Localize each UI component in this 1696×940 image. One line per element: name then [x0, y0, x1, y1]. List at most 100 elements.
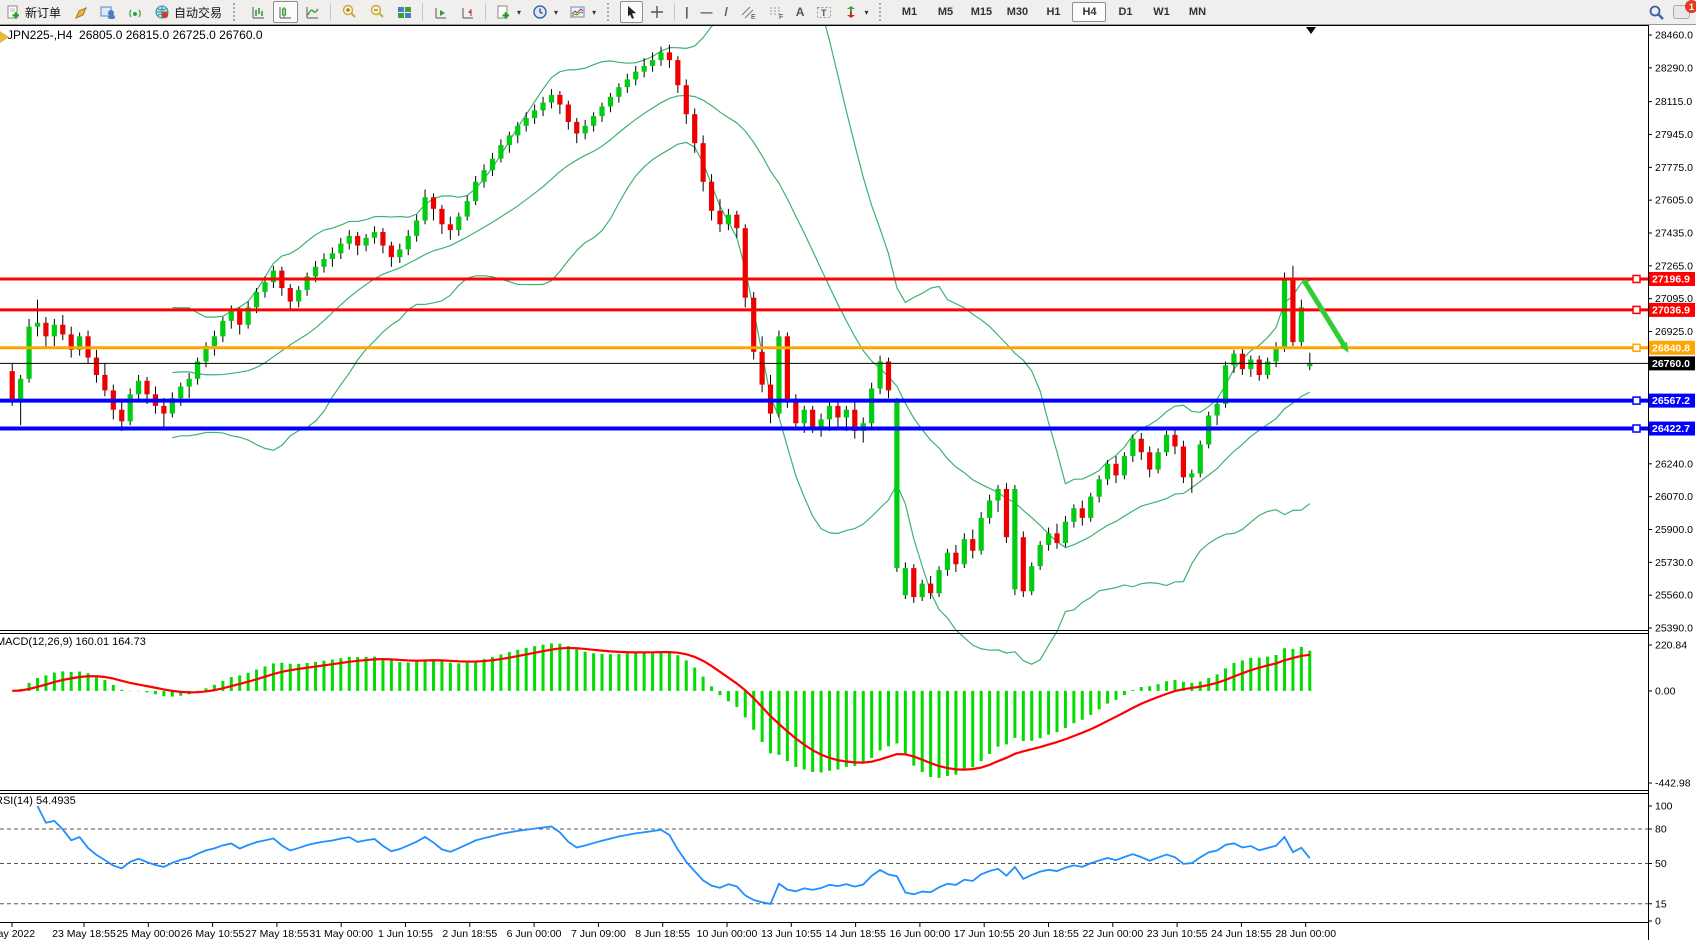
text-icon: A	[796, 5, 805, 19]
bear-candle	[911, 568, 916, 597]
toolbar-separator	[330, 3, 331, 21]
cursor-tool-button[interactable]	[620, 1, 643, 23]
bull-candle	[338, 244, 343, 254]
bull-candle	[583, 126, 588, 134]
rsi-name: RSI(14)	[0, 795, 33, 807]
main-toolbar: 新订单 自动交易	[0, 0, 1696, 25]
horizontal-line-tool-button[interactable]: —	[695, 1, 717, 23]
zoom-out-button[interactable]	[364, 1, 390, 23]
timeframe-d1-button[interactable]: D1	[1108, 2, 1142, 22]
timeframe-m1-button[interactable]: M1	[892, 2, 926, 22]
macd-axis-label: 220.84	[1655, 640, 1687, 652]
search-icon[interactable]	[1648, 4, 1665, 21]
crosshair-tool-button[interactable]	[645, 1, 669, 23]
price-axis-label: 27945.0	[1655, 129, 1693, 141]
macd-values: 160.01 164.73	[72, 636, 145, 648]
time-axis-label: 28 Jun 00:00	[1275, 928, 1336, 940]
new-order-button[interactable]: 新订单	[1, 1, 66, 23]
bear-candle	[743, 228, 748, 298]
bull-candle	[52, 325, 57, 337]
price-axis-label: 26070.0	[1655, 491, 1693, 503]
bear-candle	[60, 325, 65, 335]
timeframe-m5-button[interactable]: M5	[928, 2, 962, 22]
bull-candle	[1282, 278, 1287, 347]
toolbar-grip[interactable]	[607, 3, 614, 21]
bear-candle	[1139, 439, 1144, 453]
templates-button[interactable]: ▾	[565, 1, 601, 23]
timeframe-m30-button[interactable]: M30	[1000, 2, 1034, 22]
bear-candle	[675, 60, 680, 85]
hline-handle[interactable]	[1633, 275, 1640, 282]
bull-candle	[1299, 307, 1304, 342]
notifications-button[interactable]: 1	[1673, 5, 1690, 19]
bull-candle	[465, 201, 470, 216]
hline-handle[interactable]	[1633, 306, 1640, 313]
bear-candle	[692, 114, 697, 143]
bull-candle	[372, 232, 377, 238]
bull-candle	[254, 292, 259, 307]
bear-candle	[1240, 354, 1245, 369]
candlestick-chart-button[interactable]	[273, 1, 298, 23]
tile-windows-button[interactable]	[392, 1, 417, 23]
bull-candle	[262, 282, 267, 292]
bear-candle	[835, 406, 840, 418]
timeframe-mn-button[interactable]: MN	[1180, 2, 1214, 22]
price-axis-label: 27605.0	[1655, 195, 1693, 207]
bar-chart-button[interactable]	[246, 1, 271, 23]
bull-candle	[818, 419, 823, 427]
bull-candle	[549, 95, 554, 103]
hline-handle[interactable]	[1633, 344, 1640, 351]
bull-candle	[515, 126, 520, 136]
auto-trading-button[interactable]: 自动交易	[150, 1, 227, 23]
bear-candle	[431, 197, 436, 209]
rsi-axis-label: 50	[1655, 858, 1667, 870]
toolbar-grip[interactable]	[879, 3, 886, 21]
time-axis-label: 25 May 00:00	[116, 928, 180, 940]
timeframe-m15-button[interactable]: M15	[964, 2, 998, 22]
new-order-label: 新订单	[25, 4, 61, 21]
arrows-tool-button[interactable]: ▾	[839, 1, 873, 23]
arrows-icon	[844, 5, 858, 19]
price-level-tag-text: 26422.7	[1652, 423, 1690, 435]
bull-candle	[347, 236, 352, 244]
auto-scroll-button[interactable]	[428, 1, 453, 23]
time-axis-label: 1 Jun 10:55	[378, 928, 433, 940]
hline-handle[interactable]	[1633, 397, 1640, 404]
trendline-tool-button[interactable]: /	[719, 1, 732, 23]
timeframe-h4-button[interactable]: H4	[1072, 2, 1106, 22]
bear-candle	[684, 85, 689, 114]
text-label-tool-button[interactable]: T	[811, 1, 837, 23]
timeframe-h1-button[interactable]: H1	[1036, 2, 1070, 22]
bear-candle	[1004, 489, 1009, 537]
crosshair-icon	[650, 5, 664, 19]
hline-handle[interactable]	[1633, 425, 1640, 432]
bear-candle	[1054, 533, 1059, 543]
one-click-trading-toggle[interactable]	[0, 31, 9, 43]
bull-candle	[844, 410, 849, 418]
zoom-in-button[interactable]	[336, 1, 362, 23]
price-axis-label: 27775.0	[1655, 162, 1693, 174]
periods-button[interactable]: ▾	[528, 1, 563, 23]
chart-area[interactable]: 28460.028290.028115.027945.027775.027605…	[0, 0, 1696, 940]
line-chart-button[interactable]	[300, 1, 325, 23]
channel-tool-button[interactable]: E	[735, 1, 761, 23]
price-axis-label: 26925.0	[1655, 326, 1693, 338]
bull-candle	[524, 118, 529, 126]
fibonacci-tool-button[interactable]: F	[763, 1, 789, 23]
bar-chart-icon	[251, 5, 266, 20]
indicators-icon	[496, 5, 511, 20]
toolbar-grip[interactable]	[233, 3, 240, 21]
chart-shift-button[interactable]	[455, 1, 480, 23]
notification-count-badge: 1	[1685, 0, 1696, 13]
market-depth-button[interactable]	[95, 1, 121, 23]
vertical-line-tool-button[interactable]: |	[680, 1, 693, 23]
timeframe-w1-button[interactable]: W1	[1144, 2, 1178, 22]
text-tool-button[interactable]: A	[791, 1, 810, 23]
price-axis-label: 27265.0	[1655, 260, 1693, 272]
quick-trade-button[interactable]	[68, 1, 93, 23]
signals-button[interactable]	[123, 1, 148, 23]
indicators-button[interactable]: ▾	[491, 1, 526, 23]
bull-candle	[995, 489, 1000, 501]
bull-candle	[178, 387, 183, 399]
bear-candle	[448, 224, 453, 230]
